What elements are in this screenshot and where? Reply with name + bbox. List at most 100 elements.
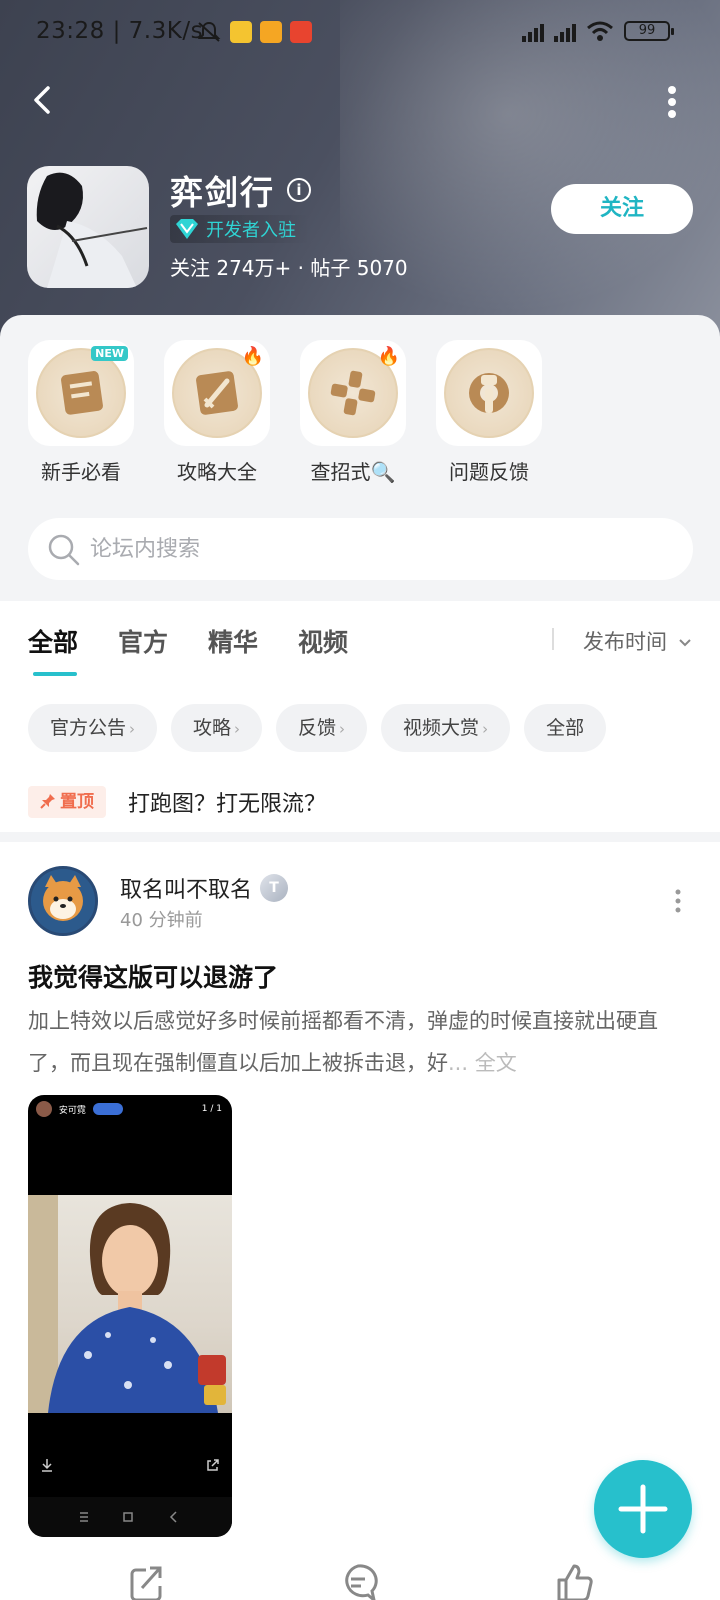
post-more-icon[interactable]	[674, 888, 682, 914]
category-chips: 官方公告 › 攻略 › 反馈 › 视频大赏 › 全部	[28, 704, 607, 752]
notes-app-icon	[260, 21, 282, 43]
sort-label: 发布时间	[583, 630, 667, 654]
chip-official-notice[interactable]: 官方公告 ›	[28, 704, 158, 752]
status-right: 99	[522, 20, 674, 42]
quick-link-tile: NEW	[28, 340, 134, 446]
thumb-photo	[28, 1195, 232, 1413]
avatar[interactable]	[28, 866, 98, 936]
quick-link-label: 新手必看	[41, 460, 121, 484]
signal-icon	[522, 20, 544, 42]
quick-link-guides[interactable]: 🔥 攻略大全	[164, 340, 270, 485]
chip-video-awards[interactable]: 视频大赏 ›	[381, 704, 511, 752]
chip-label: 反馈	[298, 717, 337, 739]
thumb-nav-icons	[80, 1511, 177, 1523]
status-bar: 23:28 | 7.3K/s 99	[0, 0, 720, 64]
sort-dropdown[interactable]: 发布时间	[583, 626, 692, 656]
read-more-link[interactable]: ... 全文	[448, 1051, 517, 1075]
chip-label: 全部	[546, 717, 585, 739]
post-time: 40 分钟前	[120, 910, 203, 931]
notification-icons	[196, 20, 312, 44]
follow-button[interactable]: 关注	[551, 184, 693, 234]
tab-video[interactable]: 视频	[298, 623, 348, 659]
chip-feedback[interactable]: 反馈 ›	[276, 704, 368, 752]
game-title-row: 弈剑行 i	[170, 166, 311, 214]
quick-link-label: 攻略大全	[177, 460, 257, 484]
pinned-post-title: 打跑图？打无限流？	[128, 792, 327, 817]
thumb-topbar: 安可霓 1 / 1	[36, 1101, 226, 1121]
wifi-icon	[587, 21, 613, 41]
chevron-right-icon: ›	[339, 720, 346, 738]
post-actions	[0, 1562, 720, 1600]
section-divider	[0, 832, 720, 842]
status-time: 23:28 | 7.3K/s	[36, 18, 204, 44]
search-icon	[48, 534, 80, 566]
info-icon[interactable]: i	[287, 178, 311, 202]
chip-label: 攻略	[193, 717, 232, 739]
quick-link-feedback[interactable]: 问题反馈	[436, 340, 542, 485]
tab-featured[interactable]: 精华	[208, 623, 258, 659]
shiba-avatar-image	[31, 869, 95, 933]
quick-link-tile: 🔥	[300, 340, 406, 446]
tab-divider	[552, 628, 554, 650]
game-icon	[27, 166, 149, 288]
thumb-username: 安可霓	[58, 1105, 86, 1116]
post-body-text: 加上特效以后感觉好多时候前摇都看不清，弹虚的时候直接就出硬直了，而且现在强制僵直…	[28, 1009, 658, 1075]
game-title: 弈剑行	[170, 173, 275, 212]
back-icon[interactable]	[24, 80, 64, 120]
quick-link-tile: 🔥	[164, 340, 270, 446]
post-body[interactable]: 加上特效以后感觉好多时候前摇都看不清，弹虚的时候直接就出硬直了，而且现在强制僵直…	[28, 1000, 698, 1084]
fire-icon: 🔥	[377, 346, 400, 367]
chip-label: 视频大赏	[403, 717, 480, 739]
pinned-tag-label: 置顶	[60, 792, 94, 812]
woman-photo	[28, 1195, 226, 1413]
tab-all[interactable]: 全部	[28, 623, 78, 659]
feed-tabs: 全部 官方 精华 视频	[28, 623, 348, 659]
chip-label: 官方公告	[50, 717, 127, 739]
quick-link-beginner[interactable]: NEW 新手必看	[28, 340, 134, 485]
thumb-navbar	[28, 1497, 232, 1537]
mute-icon	[197, 21, 221, 42]
author-row: 取名叫不取名 T	[120, 872, 289, 904]
comment-icon[interactable]	[338, 1562, 378, 1600]
search-input[interactable]	[90, 534, 650, 564]
developer-badge: 开发者入驻	[170, 215, 310, 243]
thumb-badge	[92, 1103, 123, 1115]
like-icon[interactable]	[555, 1562, 595, 1600]
signal-icon-2	[554, 20, 576, 42]
search-bar[interactable]	[28, 518, 693, 580]
share-small-icon	[207, 1459, 219, 1471]
pinned-post[interactable]: 置顶 打跑图？打无限流？	[28, 786, 326, 818]
battery-icon: 99	[624, 21, 674, 41]
new-badge: NEW	[91, 346, 128, 361]
author-name[interactable]: 取名叫不取名	[120, 872, 252, 904]
active-tab-indicator	[33, 672, 77, 676]
quick-link-moves[interactable]: 🔥 查招式🔍	[300, 340, 406, 485]
quick-link-tile	[436, 340, 542, 446]
thumb-avatar	[36, 1101, 52, 1117]
thumb-page-count: 1 / 1	[201, 1104, 222, 1114]
download-icon	[42, 1459, 52, 1472]
chevron-right-icon: ›	[234, 720, 241, 738]
level-badge: T	[260, 874, 289, 902]
quick-link-label: 问题反馈	[449, 460, 529, 484]
plus-icon	[618, 1484, 668, 1534]
create-post-button[interactable]	[594, 1460, 692, 1558]
post-image[interactable]: 安可霓 1 / 1	[28, 1095, 232, 1537]
taobao-app-icon	[290, 21, 312, 43]
post-title[interactable]: 我觉得这版可以退游了	[28, 958, 278, 994]
guide-book-icon	[61, 371, 103, 415]
chevron-right-icon: ›	[129, 720, 136, 738]
pin-icon	[40, 794, 55, 809]
wrench-gear-icon	[469, 373, 509, 413]
more-options-icon[interactable]	[664, 82, 680, 122]
dpad-icon	[330, 370, 376, 416]
sword-book-icon	[196, 371, 238, 415]
chevron-down-icon	[678, 639, 691, 647]
tab-official[interactable]: 官方	[118, 623, 168, 659]
share-icon[interactable]	[126, 1562, 166, 1600]
quick-link-label: 查招式🔍	[310, 460, 396, 484]
mail-app-icon	[230, 21, 252, 43]
chip-all[interactable]: 全部	[524, 704, 607, 752]
chip-guides[interactable]: 攻略 ›	[171, 704, 263, 752]
diamond-icon	[176, 219, 198, 239]
